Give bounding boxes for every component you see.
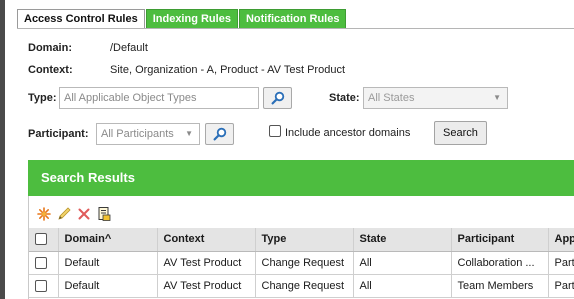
cell-type: Change Request — [255, 251, 354, 275]
results-toolbar — [36, 204, 112, 224]
tab-bar: Access Control Rules Indexing Rules Noti… — [17, 9, 347, 29]
column-header-type[interactable]: Type — [255, 228, 354, 252]
context-value: Site, Organization - A, Product - AV Tes… — [110, 64, 345, 76]
chevron-down-icon: ▼ — [493, 93, 501, 102]
cell-type: Change Request — [255, 274, 354, 298]
tab-notification-rules[interactable]: Notification Rules — [238, 9, 347, 28]
cell-participant: Collaboration ... — [451, 251, 549, 275]
participant-select[interactable]: All Participants ▼ — [96, 123, 200, 145]
magnifier-icon — [213, 127, 226, 141]
participant-select-value: All Participants — [101, 128, 174, 140]
new-rule-icon[interactable] — [36, 206, 52, 222]
cell-state: All — [353, 251, 452, 275]
column-header-domain[interactable]: Domain^ — [58, 228, 158, 252]
tab-underline — [17, 28, 574, 29]
column-header-state[interactable]: State — [353, 228, 452, 252]
cell-domain: Default — [58, 251, 158, 275]
type-search-button[interactable] — [263, 87, 292, 109]
export-icon[interactable] — [96, 206, 112, 222]
table-header-row: Domain^ Context Type State Participant A… — [29, 228, 574, 252]
tab-access-control-rules[interactable]: Access Control Rules — [17, 9, 145, 29]
state-select[interactable]: All States ▼ — [363, 87, 508, 109]
state-label: State: — [329, 92, 360, 104]
row-checkbox[interactable] — [35, 256, 47, 269]
delete-icon[interactable] — [76, 206, 92, 222]
search-results-title: Search Results — [41, 170, 135, 185]
participant-label: Participant: — [28, 128, 89, 140]
type-input[interactable]: All Applicable Object Types — [59, 87, 259, 109]
context-product: , Product - AV Test Product — [213, 64, 345, 76]
cell-participant: Team Members — [451, 274, 549, 298]
edit-icon[interactable] — [56, 206, 72, 222]
context-organization-link[interactable]: Site, Organization - A — [110, 64, 214, 76]
domain-value: /Default — [110, 42, 148, 54]
select-all-cell — [29, 228, 59, 252]
magnifier-icon — [271, 91, 284, 105]
results-table: Domain^ Context Type State Participant A… — [29, 228, 574, 298]
include-ancestor-checkbox[interactable] — [269, 125, 281, 137]
cell-context: AV Test Product — [157, 274, 256, 298]
cell-app: Part — [548, 251, 574, 275]
cell-context: AV Test Product — [157, 251, 256, 275]
participant-search-button[interactable] — [205, 123, 234, 145]
column-header-app[interactable]: App — [548, 228, 574, 252]
select-all-checkbox[interactable] — [35, 233, 47, 246]
state-select-value: All States — [368, 92, 415, 104]
type-label: Type: — [28, 92, 57, 104]
domain-label: Domain: — [28, 42, 72, 54]
left-edge-bar — [0, 0, 5, 299]
row-select-cell — [29, 251, 59, 275]
cell-app: Part — [548, 274, 574, 298]
row-checkbox[interactable] — [35, 279, 47, 292]
cell-domain: Default — [58, 274, 158, 298]
search-button[interactable]: Search — [434, 121, 487, 145]
table-row[interactable]: Default AV Test Product Change Request A… — [29, 274, 574, 298]
context-label: Context: — [28, 64, 73, 76]
table-row[interactable]: Default AV Test Product Change Request A… — [29, 251, 574, 275]
column-header-participant[interactable]: Participant — [451, 228, 549, 252]
row-select-cell — [29, 274, 59, 298]
tab-indexing-rules[interactable]: Indexing Rules — [145, 9, 238, 28]
chevron-down-icon: ▼ — [185, 129, 193, 138]
search-results-header: Search Results — [28, 160, 574, 196]
column-header-context[interactable]: Context — [157, 228, 256, 252]
include-ancestor-label: Include ancestor domains — [285, 127, 411, 139]
cell-state: All — [353, 274, 452, 298]
